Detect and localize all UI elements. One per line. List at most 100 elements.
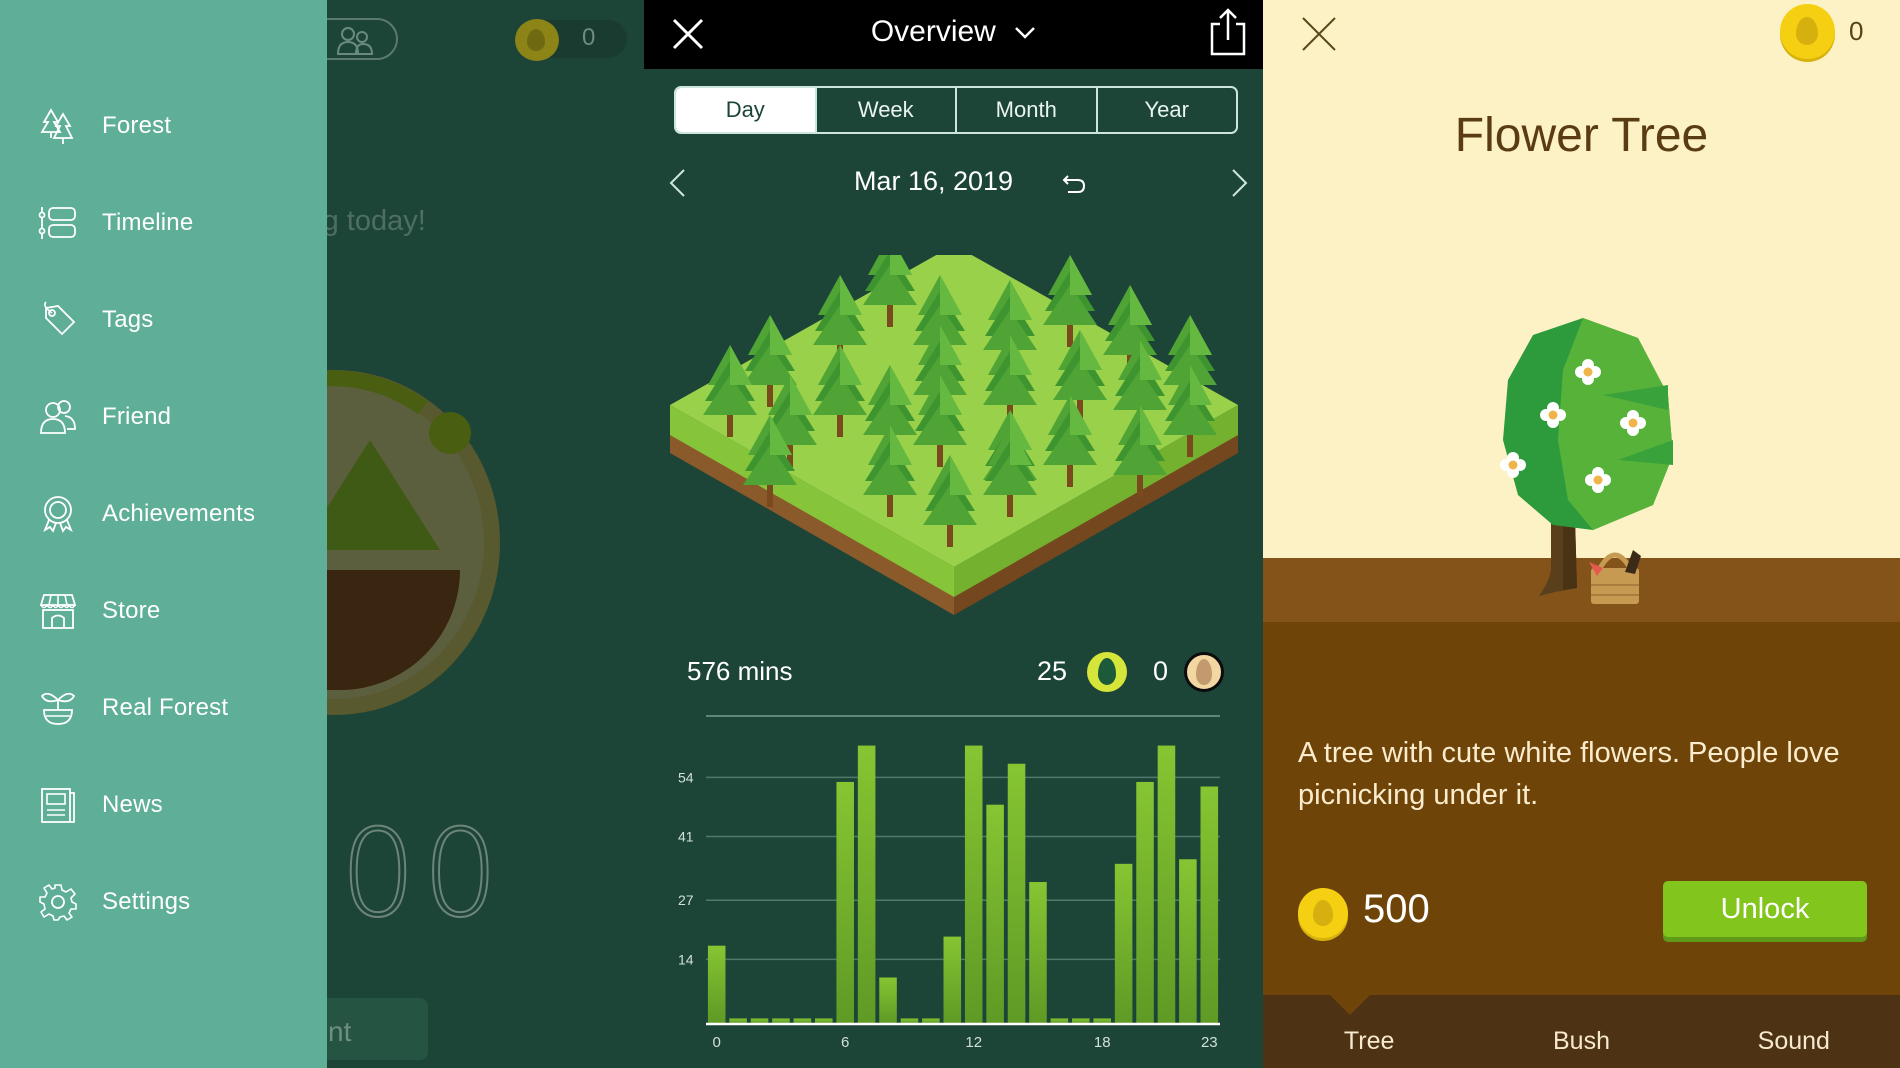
drawer-item-store[interactable]: Store [0,576,327,646]
bar-hour-3 [772,1018,790,1023]
y-tick-label: 27 [678,892,694,908]
y-tick-label: 41 [678,829,694,845]
bar-hour-17 [1072,1018,1090,1023]
bar-hour-6 [836,781,854,1023]
healthy-tree-icon [1087,652,1127,692]
coin-icon [1780,4,1835,59]
bar-hour-22 [1179,859,1197,1023]
bar-hour-9 [900,1018,919,1023]
drawer-item-timeline[interactable]: Timeline [0,188,327,258]
drawer-item-label: Real Forest [102,694,229,721]
tab-day[interactable]: Day [676,88,815,132]
close-icon[interactable] [1299,14,1339,54]
bar-hour-15 [1029,882,1047,1023]
tag-icon [44,301,76,336]
bar-hour-23 [1200,786,1219,1023]
chevron-right-icon[interactable] [1229,168,1251,198]
drawer-item-settings[interactable]: Settings [0,867,327,937]
overview-panel: Overview Day Week Month Year Mar 16, 201… [644,0,1263,1068]
bar-hour-14 [1007,763,1026,1023]
tab-year[interactable]: Year [1095,88,1237,132]
dead-tree-icon [1184,652,1224,692]
drawer-item-forest[interactable]: Forest [0,91,327,161]
unlock-button[interactable]: Unlock [1663,881,1867,937]
drawer-item-friend[interactable]: Friend [0,382,327,452]
drawer-item-news[interactable]: News [0,770,327,840]
coin-balance: 0 [1849,16,1864,46]
bar-hour-8 [879,977,897,1023]
drawer-item-label: Timeline [102,209,194,236]
bar-hour-5 [815,1018,833,1023]
x-tick-label: 12 [965,1034,982,1051]
return-to-today-icon[interactable] [1060,170,1088,198]
bar-hour-19 [1114,863,1133,1023]
drawer-item-label: News [102,791,163,818]
x-tick-label: 23 [1201,1034,1218,1051]
drawer-item-label: Friend [102,403,172,430]
bar-hour-18 [1093,1018,1111,1023]
hourly-focus-bar-chart: 14 27 41 54 0 6 12 18 23 [678,715,1220,1051]
bar-hour-4 [793,1018,812,1023]
bar-hour-13 [986,804,1004,1023]
overview-header: Overview [644,0,1263,69]
y-tick-label: 14 [678,951,694,967]
friends-icon [40,400,76,434]
drawer-item-label: Forest [102,112,172,139]
coin-icon [515,19,559,61]
date-navigator: Mar 16, 2019 [644,162,1263,204]
x-tick-label: 0 [713,1034,721,1051]
drawer-item-label: Settings [102,888,191,915]
focus-stats: 576 mins 25 0 [644,650,1263,694]
total-focus-minutes: 576 mins [687,656,793,686]
overview-title-dropdown[interactable]: Overview [644,15,1263,49]
tab-bush[interactable]: Bush [1475,995,1687,1068]
navigation-drawer: Forest Timeline Tags Friend Achievements… [0,0,327,1068]
chevron-down-icon [1015,27,1036,39]
friends-icon [336,27,374,55]
newspaper-icon [41,788,75,823]
share-icon[interactable] [1208,8,1248,56]
drawer-item-real-forest[interactable]: Real Forest [0,673,327,743]
store-item-panel: 0 Flower Tree A tree with cute white flo… [1263,0,1900,1068]
bar-hour-11 [943,936,962,1023]
y-tick-label: 54 [678,769,694,785]
dead-tree-count: 0 [1153,656,1169,686]
x-tick-label: 18 [1094,1034,1111,1051]
bar-hour-20 [1136,781,1154,1023]
tab-week[interactable]: Week [814,88,956,132]
tab-sound[interactable]: Sound [1688,995,1900,1068]
period-segmented-control: Day Week Month Year [674,86,1238,134]
coin-count: 0 [582,24,596,51]
timeline-icon [38,207,76,239]
store-icon [39,594,77,629]
bar-hour-2 [750,1018,769,1023]
flower-tree-illustration [1500,318,1673,604]
award-icon [43,496,73,533]
isometric-forest-illustration [670,255,1238,615]
bar-hour-12 [964,745,983,1023]
tab-month[interactable]: Month [955,88,1096,132]
bar-hour-0 [707,945,726,1023]
x-tick-label: 6 [841,1034,849,1051]
drawer-item-label: Store [102,597,161,624]
active-tab-indicator [1330,995,1370,1015]
bar-hour-1 [729,1018,747,1023]
gear-icon [39,884,77,921]
bar-hour-10 [922,1018,940,1023]
item-description: A tree with cute white flowers. People l… [1298,737,1840,811]
healthy-tree-count: 25 [1037,656,1068,686]
drawer-item-label: Achievements [102,500,256,527]
overview-title: Overview [870,15,996,48]
coin-icon [1298,888,1348,938]
bar-hour-21 [1157,745,1176,1023]
timer-display: 00 [339,804,505,945]
item-title: Flower Tree [1454,109,1709,162]
forest-icon [40,108,74,144]
drawer-item-achievements[interactable]: Achievements [0,479,327,549]
current-date: Mar 16, 2019 [853,166,1014,196]
drawer-item-label: Tags [102,306,154,333]
sprout-icon [40,692,76,725]
bar-hour-7 [857,745,876,1023]
bar-hour-16 [1050,1018,1069,1023]
drawer-item-tags[interactable]: Tags [0,285,327,355]
